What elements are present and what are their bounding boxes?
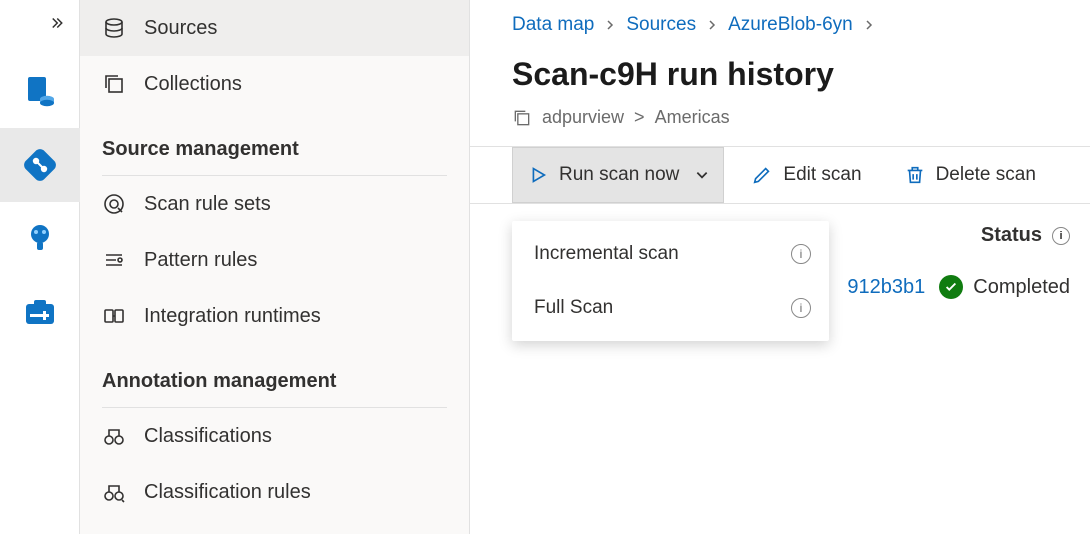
sidebar-item-sources[interactable]: Sources [80,0,469,56]
collection-path: adpurview > Americas [470,99,1090,146]
sidebar-section-header: Annotation management [80,344,469,399]
sidebar-item-scan-rule-sets[interactable]: Scan rule sets [80,176,469,232]
success-check-icon [939,275,963,299]
rail-item-data-catalog[interactable] [0,54,80,128]
chevron-down-icon [695,168,709,182]
breadcrumb: Data map Sources AzureBlob-6yn [470,0,1090,48]
sidebar-item-label: Classifications [144,425,272,448]
button-label: Delete scan [936,164,1036,186]
collections-icon [102,72,126,96]
runtime-icon [102,304,126,328]
sidebar-item-pattern-rules[interactable]: Pattern rules [80,232,469,288]
sidebar-item-label: Collections [144,73,242,96]
collections-icon [512,108,532,128]
rail-item-management[interactable] [0,276,80,350]
sidebar-item-classifications[interactable]: Classifications [80,408,469,464]
sidebar-section-header: Source management [80,112,469,167]
rail-item-data-map[interactable] [0,128,80,202]
breadcrumb-link[interactable]: Sources [626,14,696,36]
collapse-nav-icon[interactable] [49,14,67,32]
page-title: Scan-c9H run history [470,48,1090,99]
run-scan-dropdown: Incremental scan i Full Scan i [512,221,829,341]
button-label: Edit scan [783,164,861,186]
edit-icon [751,164,773,186]
separator: > [634,107,645,128]
classification-icon [102,424,126,448]
dropdown-item-label: Full Scan [534,297,613,319]
sidebar-item-integration-runtimes[interactable]: Integration runtimes [80,288,469,344]
sidebar-item-label: Classification rules [144,481,311,504]
dropdown-item-label: Incremental scan [534,243,679,265]
trash-icon [904,164,926,186]
left-nav-rail [0,0,80,534]
status-text: Completed [973,276,1070,299]
rail-item-insights[interactable] [0,202,80,276]
sidebar-item-classification-rules[interactable]: Classification rules [80,464,469,520]
info-icon[interactable]: i [1052,227,1070,245]
delete-scan-button[interactable]: Delete scan [889,147,1051,203]
chevron-right-icon [706,19,718,31]
run-scan-button[interactable]: Run scan now [512,147,724,203]
status-cell: Completed [939,275,1070,299]
toolbar: Run scan now Edit scan Delete [470,146,1090,204]
target-icon [102,192,126,216]
sidebar: Sources Collections Source management Sc… [80,0,470,534]
sidebar-item-label: Integration runtimes [144,305,321,328]
sidebar-item-label: Scan rule sets [144,193,271,216]
chevron-right-icon [863,19,875,31]
info-icon[interactable]: i [791,244,811,264]
database-icon [102,16,126,40]
button-label: Run scan now [559,164,679,186]
collection-root: adpurview [542,107,624,128]
sidebar-item-label: Sources [144,17,217,40]
classification-rules-icon [102,480,126,504]
sidebar-item-collections[interactable]: Collections [80,56,469,112]
run-id-link[interactable]: 912b3b1 [847,276,925,299]
edit-scan-button[interactable]: Edit scan [736,147,876,203]
sidebar-item-label: Pattern rules [144,249,257,272]
info-icon[interactable]: i [791,298,811,318]
play-icon [527,164,549,186]
status-column-header: Status [981,224,1042,247]
dropdown-item-full-scan[interactable]: Full Scan i [512,281,829,335]
chevron-right-icon [604,19,616,31]
collection-name: Americas [655,107,730,128]
breadcrumb-link[interactable]: Data map [512,14,594,36]
settings-list-icon [102,248,126,272]
dropdown-item-incremental-scan[interactable]: Incremental scan i [512,227,829,281]
breadcrumb-link[interactable]: AzureBlob-6yn [728,14,853,36]
